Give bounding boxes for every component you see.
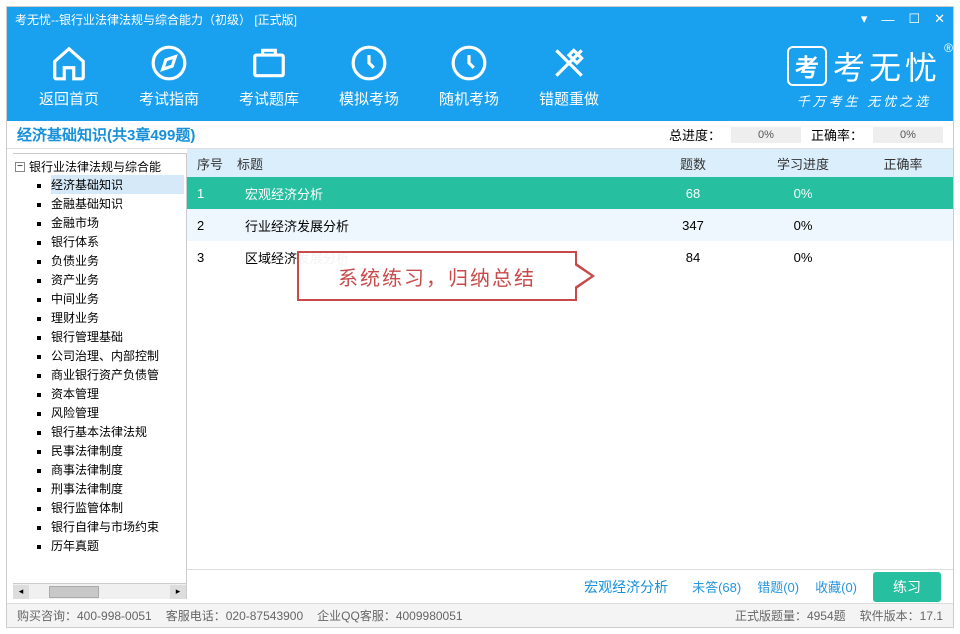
practice-button[interactable]: 练习 (873, 572, 941, 602)
tree-item[interactable]: 刑事法律制度 (51, 479, 184, 498)
filter-favorites[interactable]: 收藏(0) (815, 577, 857, 596)
cell-progress: 0% (743, 186, 863, 201)
nav-home[interactable]: 返回首页 (19, 44, 119, 109)
nav-question-bank[interactable]: 考试题库 (219, 44, 319, 109)
nav-label: 错题重做 (539, 88, 599, 109)
window-title: 考无忧--银行业法律法规与综合能力（初级） [正式版] (15, 11, 297, 28)
dropdown-icon[interactable]: ▾ (861, 11, 868, 27)
cell-count: 84 (643, 250, 743, 265)
tree-item[interactable]: 民事法律制度 (51, 441, 184, 460)
bottom-action-bar: 宏观经济分析 未答(68) 错题(0) 收藏(0) 练习 (187, 569, 953, 603)
cell-count: 68 (643, 186, 743, 201)
accuracy-label: 正确率： (811, 125, 863, 144)
brand-slogan: 千万考生 无忧之选 (787, 91, 941, 110)
tree-item[interactable]: 风险管理 (51, 403, 184, 422)
nav-mock-exam[interactable]: 模拟考场 (319, 44, 419, 109)
accuracy-value: 0% (873, 127, 943, 143)
section-title: 经济基础知识(共3章499题) (17, 124, 195, 145)
tree-item[interactable]: 商业银行资产负债管 (51, 365, 184, 384)
nav-label: 随机考场 (439, 88, 499, 109)
nav-label: 考试指南 (139, 88, 199, 109)
filter-wrong[interactable]: 错题(0) (757, 577, 799, 596)
tree-item[interactable]: 银行基本法律法规 (51, 422, 184, 441)
navbar: 返回首页 考试指南 考试题库 模拟考场 随机考场 错题重做 考 考无忧® 千万 (7, 31, 953, 121)
cell-count: 347 (643, 218, 743, 233)
col-index: 序号 (197, 154, 237, 173)
nav-guide[interactable]: 考试指南 (119, 44, 219, 109)
tree-item[interactable]: 银行管理基础 (51, 327, 184, 346)
sidebar-tree[interactable]: − 银行业法律法规与综合能 经济基础知识金融基础知识金融市场银行体系负债业务资产… (13, 153, 187, 599)
minimize-button[interactable]: — (881, 12, 894, 27)
edit-icon (550, 44, 588, 82)
progress-label: 总进度： (669, 125, 721, 144)
tree-item[interactable]: 经济基础知识 (51, 175, 184, 194)
tree-item[interactable]: 资产业务 (51, 270, 184, 289)
table-header: 序号 标题 题数 学习进度 正确率 (187, 149, 953, 177)
clock-icon (350, 44, 388, 82)
cell-title: 行业经济发展分析 (237, 216, 643, 235)
scroll-thumb[interactable] (49, 586, 99, 598)
home-icon (50, 44, 88, 82)
tree-item[interactable]: 公司治理、内部控制 (51, 346, 184, 365)
brand-badge: 考 (787, 46, 827, 86)
tree-item[interactable]: 金融市场 (51, 213, 184, 232)
status-buy: 购买咨询：400-998-0051 (17, 607, 152, 624)
nav-label: 模拟考场 (339, 88, 399, 109)
tree-item[interactable]: 银行体系 (51, 232, 184, 251)
tree-item[interactable]: 负债业务 (51, 251, 184, 270)
table-row[interactable]: 2行业经济发展分析3470% (187, 209, 953, 241)
nav-label: 考试题库 (239, 88, 299, 109)
col-accuracy: 正确率 (863, 154, 943, 173)
tree-item[interactable]: 银行自律与市场约束 (51, 517, 184, 536)
cell-progress: 0% (743, 250, 863, 265)
tree-item[interactable]: 中间业务 (51, 289, 184, 308)
tree-item[interactable]: 商事法律制度 (51, 460, 184, 479)
summary-bar: 经济基础知识(共3章499题) 总进度： 0% 正确率： 0% (7, 121, 953, 149)
progress-value: 0% (731, 127, 801, 143)
nav-random-exam[interactable]: 随机考场 (419, 44, 519, 109)
callout-banner: 系统练习，归纳总结 (297, 251, 577, 301)
tree-item[interactable]: 历年真题 (51, 536, 184, 555)
cell-title: 宏观经济分析 (237, 184, 643, 203)
cell-progress: 0% (743, 218, 863, 233)
current-chapter: 宏观经济分析 (584, 577, 668, 597)
status-qty: 正式版题量：4954题 (735, 607, 846, 624)
scroll-right-icon[interactable]: ▸ (170, 585, 186, 599)
cell-index: 1 (197, 186, 237, 201)
status-service: 客服电话：020-87543900 (166, 607, 303, 624)
cell-index: 2 (197, 218, 237, 233)
close-button[interactable]: ✕ (934, 11, 945, 27)
tree-root-label[interactable]: 银行业法律法规与综合能 (29, 158, 161, 175)
table-row[interactable]: 1宏观经济分析680% (187, 177, 953, 209)
horizontal-scrollbar[interactable]: ◂ ▸ (13, 583, 186, 599)
clock-icon (450, 44, 488, 82)
col-progress: 学习进度 (743, 154, 863, 173)
tree-collapse-icon[interactable]: − (15, 162, 25, 172)
maximize-button[interactable]: ☐ (908, 11, 920, 27)
status-qq: 企业QQ客服：4009980051 (317, 607, 462, 624)
col-title: 标题 (237, 154, 643, 173)
nav-redo-wrong[interactable]: 错题重做 (519, 44, 619, 109)
tree-item[interactable]: 理财业务 (51, 308, 184, 327)
titlebar: 考无忧--银行业法律法规与综合能力（初级） [正式版] ▾ — ☐ ✕ (7, 7, 953, 31)
status-version: 软件版本：17.1 (860, 607, 943, 624)
briefcase-icon (250, 44, 288, 82)
brand: 考 考无忧® 千万考生 无忧之选 (787, 43, 941, 110)
compass-icon (150, 44, 188, 82)
scroll-left-icon[interactable]: ◂ (13, 585, 29, 599)
filter-unanswered[interactable]: 未答(68) (692, 577, 741, 596)
statusbar: 购买咨询：400-998-0051 客服电话：020-87543900 企业QQ… (7, 603, 953, 627)
brand-name: 考无忧® (833, 43, 941, 89)
nav-label: 返回首页 (39, 88, 99, 109)
tree-item[interactable]: 资本管理 (51, 384, 184, 403)
tree-item[interactable]: 银行监管体制 (51, 498, 184, 517)
cell-index: 3 (197, 250, 237, 265)
tree-item[interactable]: 金融基础知识 (51, 194, 184, 213)
col-count: 题数 (643, 154, 743, 173)
